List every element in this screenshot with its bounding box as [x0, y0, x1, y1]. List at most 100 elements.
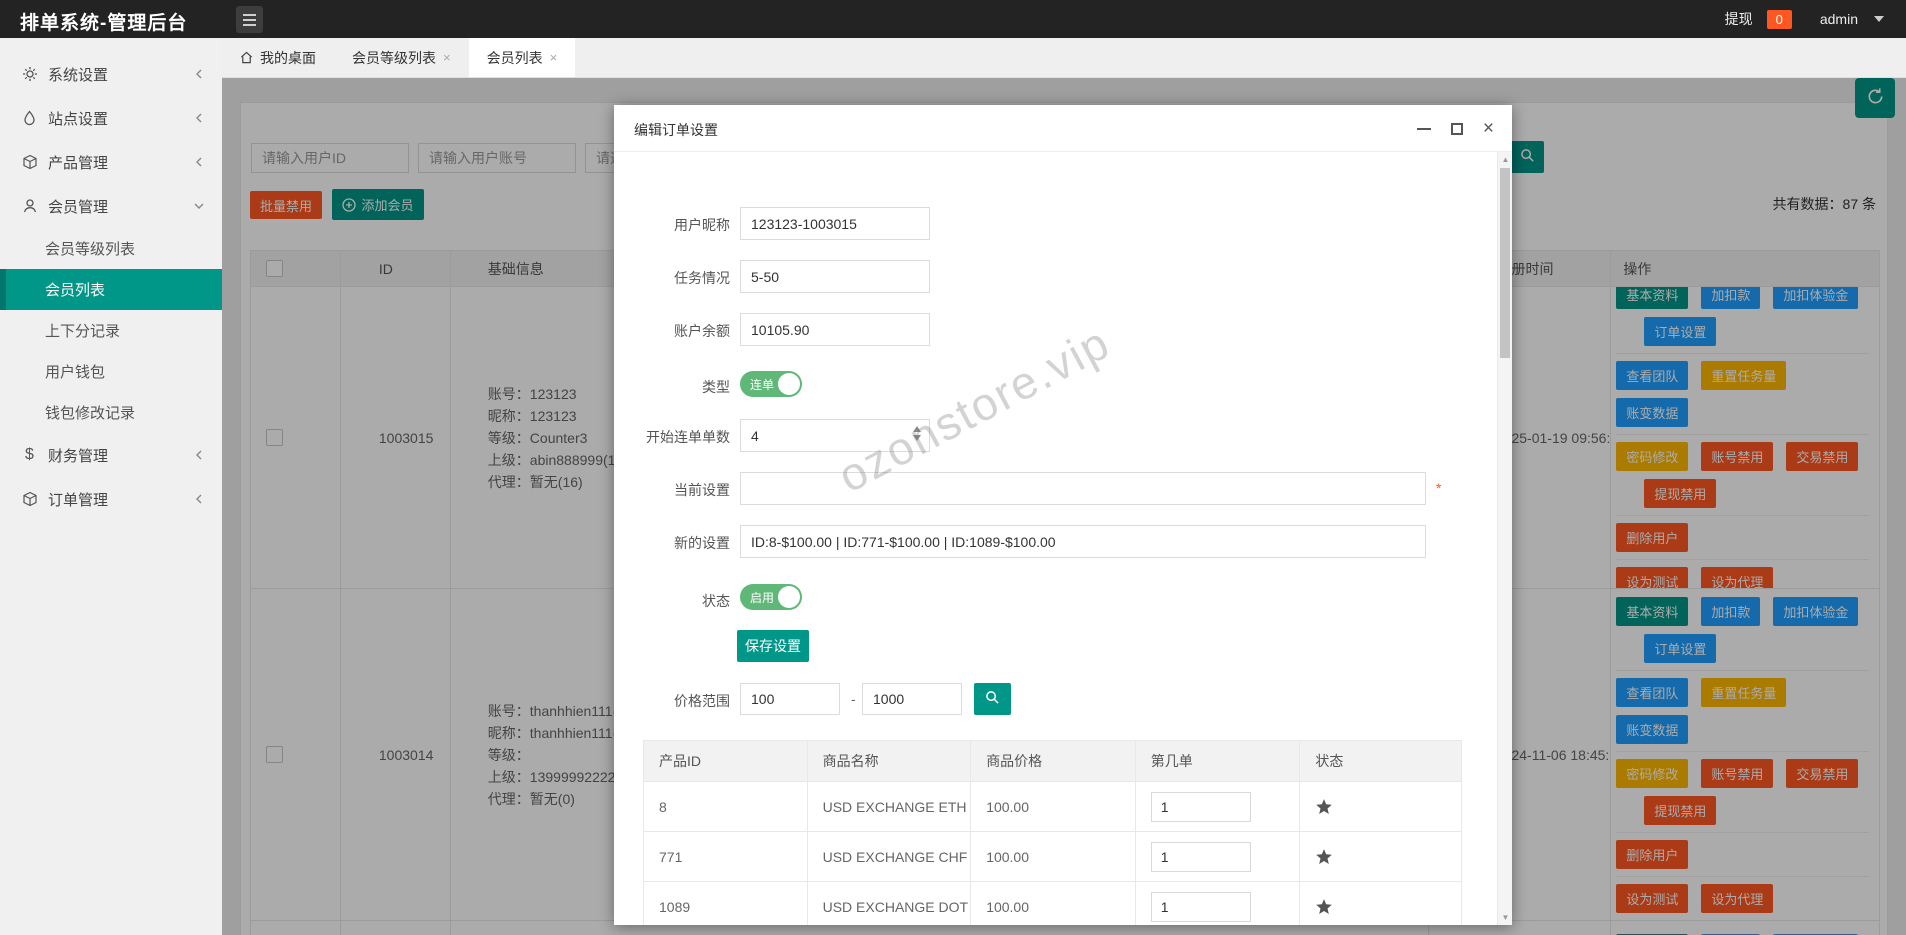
status-label: 状态: [702, 593, 730, 609]
sidebar-item-member-level-list[interactable]: 会员等级列表: [0, 228, 222, 269]
modal-scrollbar[interactable]: ▲ ▼: [1497, 152, 1512, 925]
start-count-label: 开始连单单数: [646, 429, 730, 445]
sidebar-item-user-wallet[interactable]: 用户钱包: [0, 351, 222, 392]
new-setting-input[interactable]: [740, 525, 1426, 558]
required-asterisk: *: [1436, 480, 1442, 496]
price-to-input[interactable]: [862, 683, 962, 715]
nickname-label: 用户昵称: [674, 217, 730, 233]
withdraw-label[interactable]: 提现: [1725, 9, 1753, 29]
tab-label: 会员等级列表: [352, 49, 436, 66]
scroll-up-icon[interactable]: ▲: [1498, 155, 1513, 164]
balance-label: 账户余额: [674, 323, 730, 339]
product-price: 100.00: [971, 882, 1136, 925]
order-number-input[interactable]: [1150, 841, 1251, 872]
sidebar-item-label: 系统设置: [48, 66, 109, 84]
home-icon: [240, 51, 253, 64]
save-settings-button[interactable]: 保存设置: [737, 630, 809, 662]
sidebar-item-label: 站点设置: [48, 110, 109, 128]
person-icon: [21, 198, 38, 215]
product-id: 1089: [644, 882, 808, 925]
order-number-input[interactable]: [1150, 791, 1251, 822]
status-toggle[interactable]: 启用: [740, 584, 802, 610]
new-setting-label: 新的设置: [674, 535, 730, 551]
task-label: 任务情况: [674, 270, 730, 286]
sidebar-item-system-settings[interactable]: 系统设置: [0, 52, 222, 96]
sidebar-subitem-label: 用户钱包: [45, 364, 106, 381]
modal-body: ozonstore.vip 用户昵称 任务情况 账户余额 类型 连单 开始连单单…: [614, 152, 1512, 925]
chevron-left-icon: [194, 66, 204, 83]
sidebar-item-label: 产品管理: [48, 154, 109, 172]
product-row: 8 USD EXCHANGE ETH 100.00: [644, 782, 1461, 832]
col-status: 状态: [1315, 753, 1344, 769]
watermark-text: ozonstore.vip: [829, 315, 1119, 503]
price-range-dash: -: [851, 691, 856, 707]
sidebar-item-order-management[interactable]: 订单管理: [0, 477, 222, 521]
star-filled-icon[interactable]: [1315, 898, 1333, 916]
products-table: 产品ID 商品名称 商品价格 第几单 状态 8 USD EXCHANGE ETH…: [643, 740, 1462, 925]
sidebar-item-member-list[interactable]: 会员列表: [0, 269, 222, 310]
sidebar-item-member-management[interactable]: 会员管理: [0, 184, 222, 228]
tab-member-list[interactable]: 会员列表 ×: [468, 38, 576, 77]
chevron-down-icon: [194, 198, 204, 215]
price-range-label: 价格范围: [674, 693, 730, 709]
dollar-icon: $: [25, 446, 34, 463]
tab-desktop[interactable]: 我的桌面: [222, 38, 334, 77]
product-price: 100.00: [971, 782, 1136, 831]
sidebar-item-site-settings[interactable]: 站点设置: [0, 96, 222, 140]
col-product-name: 商品名称: [808, 741, 972, 781]
user-menu[interactable]: admin: [1820, 11, 1858, 27]
start-count-stepper[interactable]: [740, 419, 930, 452]
price-search-button[interactable]: [974, 683, 1011, 715]
col-product-price: 商品价格: [971, 741, 1136, 781]
product-name: USD EXCHANGE CHF: [808, 832, 972, 881]
modal-header: 编辑订单设置 ×: [614, 105, 1512, 152]
sidebar-subitem-label: 上下分记录: [45, 323, 121, 340]
app-title: 排单系统-管理后台: [20, 13, 188, 34]
sidebar-item-wallet-modify-records[interactable]: 钱包修改记录: [0, 392, 222, 433]
scroll-down-icon[interactable]: ▼: [1498, 913, 1513, 922]
order-number-input[interactable]: [1150, 891, 1251, 922]
star-filled-icon[interactable]: [1315, 798, 1333, 816]
sidebar-item-product-management[interactable]: 产品管理: [0, 140, 222, 184]
withdraw-count-badge[interactable]: 0: [1766, 9, 1792, 29]
maximize-icon[interactable]: [1450, 122, 1463, 135]
price-from-input[interactable]: [740, 683, 840, 715]
tab-member-level-list[interactable]: 会员等级列表 ×: [334, 38, 469, 77]
sidebar-item-finance-management[interactable]: $ 财务管理: [0, 433, 222, 477]
toggle-knob: [778, 373, 800, 395]
sidebar-subitem-label: 会员列表: [45, 282, 106, 299]
modal-title: 编辑订单设置: [634, 122, 718, 138]
product-name: USD EXCHANGE DOT: [808, 882, 972, 925]
minimize-icon[interactable]: [1416, 127, 1431, 130]
star-filled-icon[interactable]: [1315, 848, 1333, 866]
chevron-left-icon: [194, 491, 204, 508]
hamburger-menu-icon[interactable]: [236, 6, 263, 33]
sidebar-subitem-label: 会员等级列表: [45, 241, 136, 258]
close-icon[interactable]: ×: [443, 50, 451, 65]
current-setting-input[interactable]: [740, 472, 1426, 505]
chevron-left-icon: [194, 154, 204, 171]
type-label: 类型: [702, 379, 730, 395]
nickname-input[interactable]: [740, 207, 930, 240]
chevron-left-icon: [194, 110, 204, 127]
toggle-on-label: 连单: [750, 378, 775, 392]
stepper-arrows-icon[interactable]: [913, 426, 921, 441]
gear-icon: [21, 66, 38, 83]
product-row: 1089 USD EXCHANGE DOT 100.00: [644, 882, 1461, 925]
sidebar-item-label: 订单管理: [48, 491, 109, 509]
droplet-icon: [21, 110, 38, 127]
product-id: 8: [644, 782, 808, 831]
close-icon[interactable]: ×: [1483, 119, 1494, 138]
sidebar-item-label: 会员管理: [48, 198, 109, 216]
sidebar-item-updown-records[interactable]: 上下分记录: [0, 310, 222, 351]
product-id: 771: [644, 832, 808, 881]
products-table-header: 产品ID 商品名称 商品价格 第几单 状态: [644, 741, 1461, 782]
task-input[interactable]: [740, 260, 930, 293]
balance-input[interactable]: [740, 313, 930, 346]
type-toggle[interactable]: 连单: [740, 371, 802, 397]
scrollbar-thumb[interactable]: [1500, 168, 1510, 358]
chevron-left-icon: [194, 447, 204, 464]
sidebar-item-label: 财务管理: [48, 447, 109, 465]
close-icon[interactable]: ×: [550, 50, 558, 65]
product-name: USD EXCHANGE ETH: [808, 782, 972, 831]
